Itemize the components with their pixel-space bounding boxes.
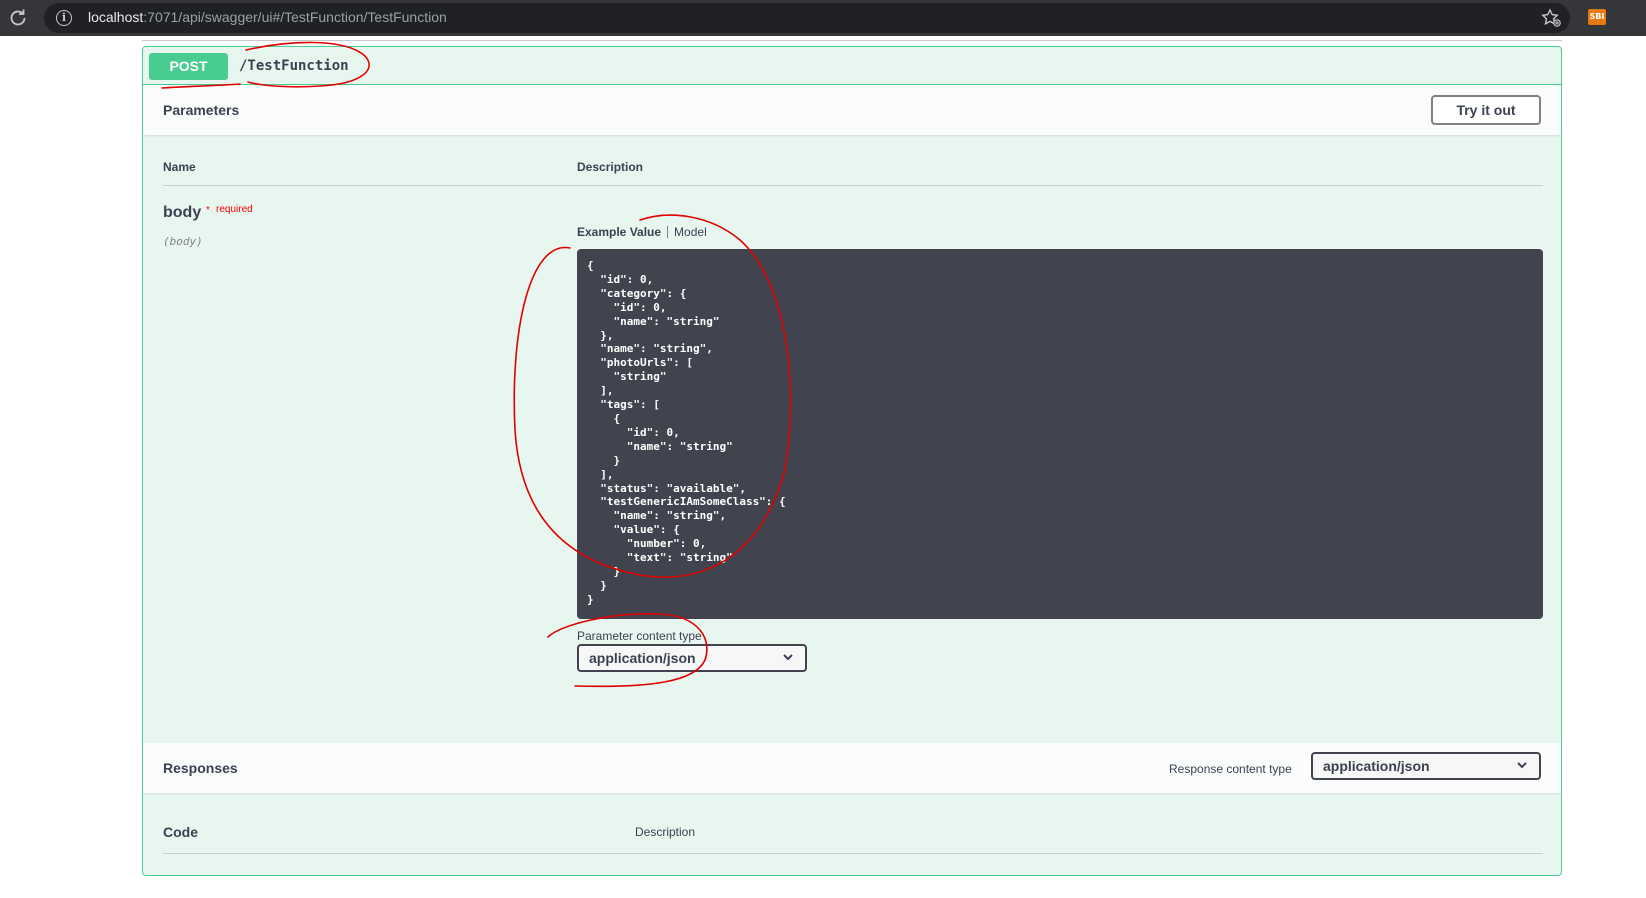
- chevron-down-icon: [783, 654, 793, 661]
- header-divider: [163, 853, 1543, 854]
- column-header-code: Code: [163, 824, 198, 840]
- example-model-tabs: Example Value Model: [577, 225, 707, 239]
- tab-separator: [667, 226, 669, 238]
- required-star: *: [206, 205, 210, 216]
- param-name: body: [163, 204, 202, 221]
- example-json: { "id": 0, "category": { "id": 0, "name"…: [587, 259, 786, 606]
- example-value-code[interactable]: { "id": 0, "category": { "id": 0, "name"…: [577, 249, 1543, 619]
- responses-header: Responses Response content type applicat…: [143, 743, 1561, 793]
- site-info-icon[interactable]: i: [56, 10, 72, 26]
- try-it-out-button[interactable]: Try it out: [1431, 95, 1541, 125]
- chevron-down-icon: [1517, 762, 1527, 769]
- url-text[interactable]: localhost:7071/api/swagger/ui#/TestFunct…: [88, 9, 447, 25]
- column-header-description: Description: [577, 160, 644, 174]
- parameter-content-type-select[interactable]: application/json: [577, 644, 807, 672]
- bookmark-star-icon[interactable]: [1540, 7, 1562, 29]
- responses-title: Responses: [163, 760, 238, 776]
- operation-path: /TestFunction: [239, 58, 349, 74]
- column-header-name: Name: [163, 160, 196, 174]
- tab-model[interactable]: Model: [674, 225, 707, 239]
- response-content-type-label: Response content type: [1169, 762, 1292, 776]
- parameter-content-type-label: Parameter content type: [577, 629, 702, 643]
- select-value: application/json: [1323, 758, 1430, 774]
- operation-block: POST /TestFunction Parameters Try it out…: [142, 46, 1562, 876]
- parameters-header: Parameters Try it out: [143, 85, 1561, 135]
- tab-example-value[interactable]: Example Value: [577, 225, 661, 239]
- column-header-response-description: Description: [635, 825, 696, 839]
- required-label: required: [216, 204, 253, 215]
- operation-summary[interactable]: POST /TestFunction: [143, 47, 1561, 85]
- browser-toolbar: i localhost:7071/api/swagger/ui#/TestFun…: [0, 0, 1646, 36]
- param-location: (body): [163, 235, 203, 248]
- response-content-type-select[interactable]: application/json: [1311, 752, 1541, 780]
- header-divider: [163, 185, 1543, 186]
- divider: [142, 40, 1562, 41]
- method-badge: POST: [149, 53, 228, 80]
- extension-icon[interactable]: SBI: [1588, 9, 1606, 25]
- reload-icon[interactable]: [6, 6, 30, 30]
- select-value: application/json: [589, 650, 696, 666]
- parameters-title: Parameters: [163, 102, 240, 118]
